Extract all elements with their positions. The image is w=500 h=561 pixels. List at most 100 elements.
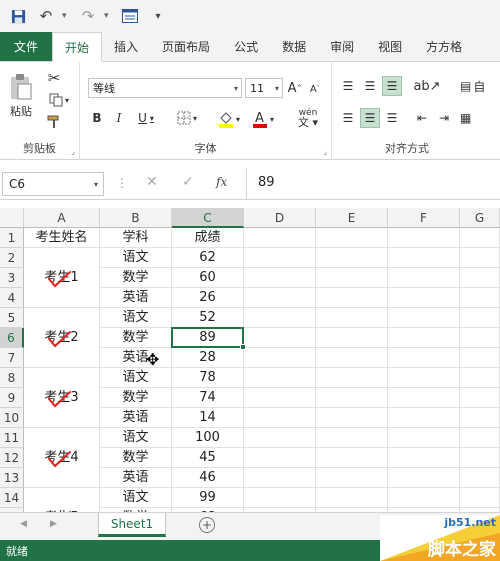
cell-a[interactable] xyxy=(24,488,100,508)
tab-fangfangge[interactable]: 方方格 xyxy=(414,32,474,61)
cell-b[interactable]: 数学 xyxy=(100,448,172,468)
empty-cell[interactable] xyxy=(244,428,316,448)
empty-cell[interactable] xyxy=(244,488,316,508)
row-header[interactable]: 5 xyxy=(0,308,24,328)
add-sheet-button[interactable]: + xyxy=(199,517,215,533)
row-header[interactable]: 7 xyxy=(0,348,24,368)
empty-cell[interactable] xyxy=(244,448,316,468)
empty-cell[interactable] xyxy=(316,248,388,268)
cut-button[interactable]: ✂ xyxy=(44,68,64,88)
column-header-b[interactable]: B xyxy=(100,208,172,228)
empty-cell[interactable] xyxy=(388,428,460,448)
empty-cell[interactable] xyxy=(244,288,316,308)
cell-a[interactable] xyxy=(24,368,100,388)
cell-a[interactable] xyxy=(24,408,100,428)
undo-dropdown-icon[interactable]: ▾ xyxy=(62,11,72,21)
cell-b[interactable]: 英语 xyxy=(100,288,172,308)
empty-cell[interactable] xyxy=(388,368,460,388)
wrap-text-button[interactable]: ▤ 自 xyxy=(460,76,500,96)
empty-cell[interactable] xyxy=(244,228,316,248)
empty-cell[interactable] xyxy=(388,308,460,328)
empty-cell[interactable] xyxy=(388,328,460,348)
enter-icon[interactable]: ✓ xyxy=(182,174,194,190)
cell-a[interactable]: 考生姓名 xyxy=(24,228,100,248)
cell-b[interactable]: 数学 xyxy=(100,328,172,348)
empty-cell[interactable] xyxy=(316,388,388,408)
empty-cell[interactable] xyxy=(316,428,388,448)
cell-c[interactable]: 60 xyxy=(172,268,244,288)
column-header-g[interactable]: G xyxy=(460,208,500,228)
copy-button[interactable]: ▾ xyxy=(44,90,74,110)
empty-cell[interactable] xyxy=(460,248,500,268)
tab-view[interactable]: 视图 xyxy=(366,32,414,61)
undo-button[interactable]: ↶ xyxy=(34,4,58,28)
empty-cell[interactable] xyxy=(244,328,316,348)
align-center-button[interactable]: ☰ xyxy=(360,108,380,128)
row-header[interactable]: 6 xyxy=(0,328,24,348)
empty-cell[interactable] xyxy=(388,348,460,368)
format-painter-button[interactable] xyxy=(44,112,64,132)
tab-file[interactable]: 文件 xyxy=(0,32,53,61)
row-header[interactable]: 8 xyxy=(0,368,24,388)
empty-cell[interactable] xyxy=(388,468,460,488)
column-header-d[interactable]: D xyxy=(244,208,316,228)
empty-cell[interactable] xyxy=(460,468,500,488)
row-header[interactable]: 12 xyxy=(0,448,24,468)
empty-cell[interactable] xyxy=(460,388,500,408)
cell-b[interactable]: 语文 xyxy=(100,248,172,268)
increase-indent-button[interactable]: ⇥ xyxy=(434,108,454,128)
empty-cell[interactable] xyxy=(388,488,460,508)
row-header[interactable]: 10 xyxy=(0,408,24,428)
align-top-button[interactable]: ☰ xyxy=(338,76,358,96)
empty-cell[interactable] xyxy=(244,368,316,388)
empty-cell[interactable] xyxy=(244,348,316,368)
formula-input[interactable]: 89 xyxy=(258,175,275,190)
borders-button[interactable]: ▾ xyxy=(174,108,200,128)
font-size-combo[interactable]: 11 ▾ xyxy=(245,78,283,98)
cell-a[interactable] xyxy=(24,428,100,448)
cell-b[interactable]: 英语 xyxy=(100,468,172,488)
cell-b[interactable]: 语文 xyxy=(100,308,172,328)
worksheet-grid[interactable]: A B C D E F G 1 考生姓名 学科 成绩 2 语文 62 3 考生1 数学 60 4 英语 26 5 语文 52 6… xyxy=(0,208,500,512)
cell-c[interactable]: 74 xyxy=(172,388,244,408)
redo-button[interactable]: ↷ xyxy=(76,4,100,28)
empty-cell[interactable] xyxy=(460,328,500,348)
italic-button[interactable]: I xyxy=(110,108,128,128)
cell-c[interactable]: 52 xyxy=(172,308,244,328)
cell-c[interactable]: 99 xyxy=(172,488,244,508)
select-all-corner[interactable] xyxy=(0,208,24,228)
empty-cell[interactable] xyxy=(316,288,388,308)
tab-data[interactable]: 数据 xyxy=(270,32,318,61)
cell-c[interactable]: 26 xyxy=(172,288,244,308)
empty-cell[interactable] xyxy=(460,348,500,368)
empty-cell[interactable] xyxy=(316,228,388,248)
empty-cell[interactable] xyxy=(244,388,316,408)
merge-center-button[interactable]: ▦ xyxy=(460,108,500,128)
clipboard-launcher-icon[interactable]: ⌟ xyxy=(71,147,75,156)
empty-cell[interactable] xyxy=(244,248,316,268)
tab-insert[interactable]: 插入 xyxy=(102,32,150,61)
row-header[interactable]: 9 xyxy=(0,388,24,408)
font-name-combo[interactable]: 等线 ▾ xyxy=(88,78,242,98)
row-header[interactable]: 2 xyxy=(0,248,24,268)
row-header[interactable]: 1 xyxy=(0,228,24,248)
fill-handle[interactable] xyxy=(240,344,246,350)
cell-b[interactable]: 英语 xyxy=(100,348,172,368)
empty-cell[interactable] xyxy=(244,468,316,488)
name-box[interactable]: C6 ▾ xyxy=(2,172,104,196)
grow-font-button[interactable]: A ^ xyxy=(286,78,304,98)
cancel-icon[interactable]: ✕ xyxy=(146,174,158,190)
empty-cell[interactable] xyxy=(460,408,500,428)
decrease-indent-button[interactable]: ⇤ xyxy=(412,108,432,128)
empty-cell[interactable] xyxy=(316,368,388,388)
bold-button[interactable]: B xyxy=(88,108,106,128)
shrink-font-button[interactable]: Aˇ xyxy=(306,80,324,98)
tab-home[interactable]: 开始 xyxy=(52,32,103,62)
empty-cell[interactable] xyxy=(460,428,500,448)
tab-page-layout[interactable]: 页面布局 xyxy=(150,32,222,61)
cell-c[interactable]: 成绩 xyxy=(172,228,244,248)
empty-cell[interactable] xyxy=(388,228,460,248)
cell-c[interactable]: 46 xyxy=(172,468,244,488)
underline-button[interactable]: U ▾ xyxy=(132,108,160,128)
tab-review[interactable]: 审阅 xyxy=(318,32,366,61)
